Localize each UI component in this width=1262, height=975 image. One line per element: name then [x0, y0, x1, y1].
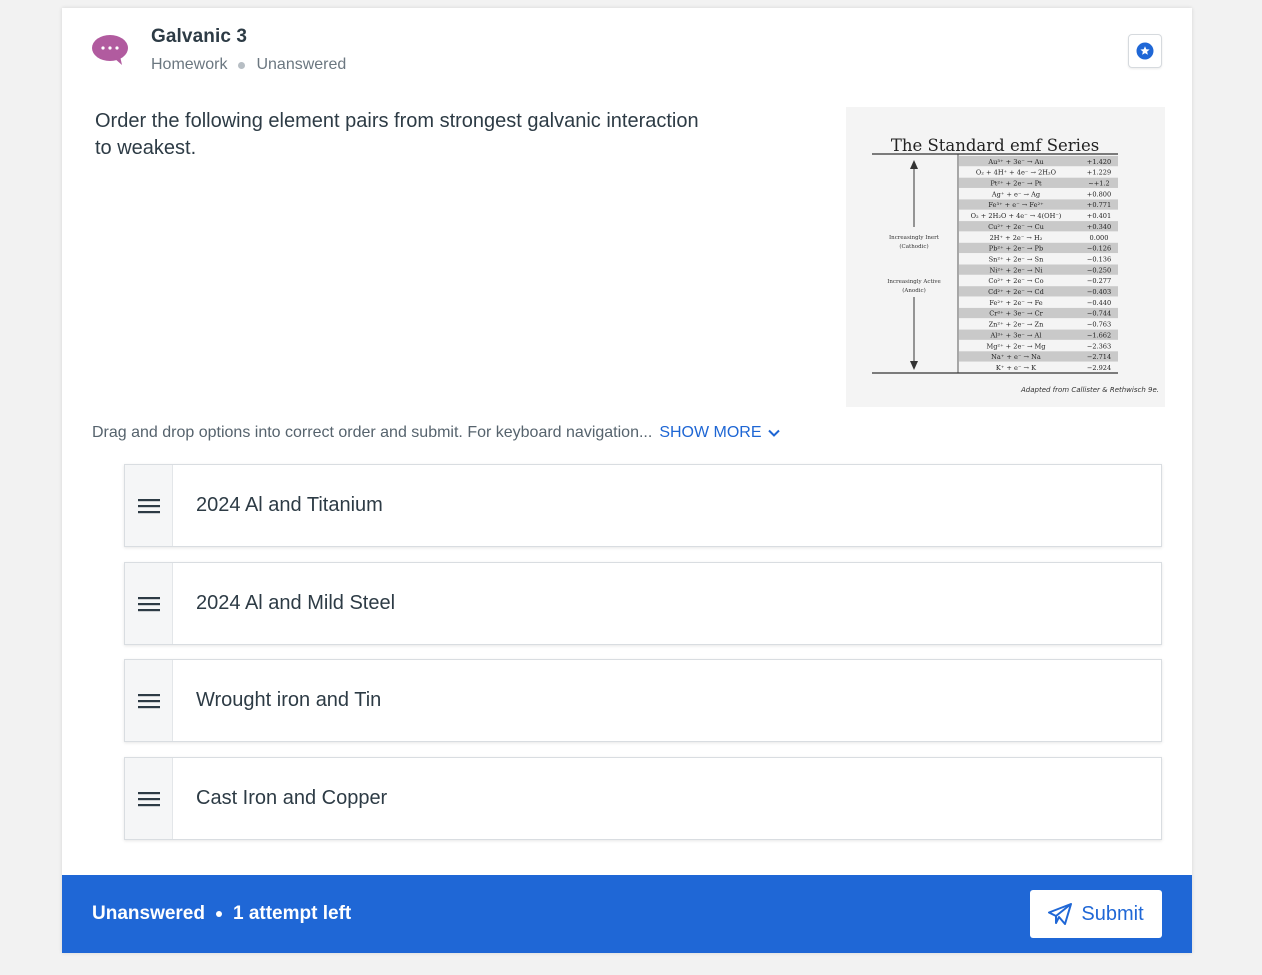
send-icon [1048, 903, 1073, 925]
show-more-link[interactable]: SHOW MORE [659, 424, 780, 442]
emf-reaction: Sn²⁺ + 2e⁻ → Sn [989, 255, 1044, 263]
meta-separator [238, 61, 246, 69]
emf-reaction: Ag⁺ + e⁻ → Ag [991, 190, 1041, 198]
question-category: Homework [151, 56, 228, 73]
emf-reaction: O₂ + 4H⁺ + 4e⁻ → 2H₂O [976, 169, 1057, 177]
instructions-text: Drag and drop options into correct order… [92, 424, 653, 441]
emf-reaction: Cd²⁺ + 2e⁻ → Cd [988, 288, 1044, 296]
emf-reaction: Fe²⁺ + 2e⁻ → Fe [989, 299, 1042, 307]
emf-potential: −0.126 [1087, 245, 1111, 253]
emf-reaction: Cr³⁺ + 3e⁻ → Cr [989, 310, 1043, 318]
emf-reaction: Mg²⁺ + 2e⁻ → Mg [986, 342, 1046, 350]
emf-potential: −0.136 [1087, 255, 1111, 263]
drag-option[interactable]: 2024 Al and Titanium [124, 464, 1162, 547]
emf-potential: −0.763 [1087, 321, 1111, 329]
emf-potential: −0.250 [1087, 266, 1111, 274]
emf-reaction: Pt²⁺ + 2e⁻ → Pt [990, 180, 1042, 188]
option-label: 2024 Al and Mild Steel [196, 592, 396, 614]
emf-potential: +0.800 [1087, 190, 1111, 198]
instructions: Drag and drop options into correct order… [92, 424, 780, 442]
attempts-left: 1 attempt left [232, 903, 352, 924]
emf-potential: +0.340 [1087, 223, 1111, 231]
footer-bar: Unanswered 1 attempt left Submit [62, 875, 1192, 953]
emf-potential: +1.420 [1087, 158, 1111, 166]
drag-option[interactable]: Wrought iron and Tin [124, 659, 1162, 742]
inert-label-1: Increasingly Inert [889, 235, 940, 241]
emf-reaction: Zn²⁺ + 2e⁻ → Zn [989, 321, 1045, 329]
submit-button[interactable]: Submit [1030, 890, 1162, 938]
emf-rows: Au³⁺ + 3e⁻ → Au +1.420 O₂ + 4H⁺ + 4e⁻ → 2H… [959, 156, 1118, 372]
show-more-label: SHOW MORE [659, 424, 762, 441]
submit-label: Submit [1081, 902, 1144, 925]
drag-handle-icon[interactable] [125, 465, 173, 546]
emf-reaction: Cu²⁺ + 2e⁻ → Cu [988, 223, 1044, 231]
emf-potential: −0.744 [1087, 310, 1111, 318]
drag-handle-icon[interactable] [125, 660, 173, 741]
active-label-2: (Anodic) [902, 287, 925, 294]
emf-series-table: The Standard emf Series Au³⁺ + 3e⁻ → Au +… [872, 136, 1159, 394]
emf-reaction: Al³⁺ + 3e⁻ → Al [990, 331, 1042, 339]
question-prompt: Order the following element pairs from s… [95, 110, 699, 159]
emf-series-figure: The Standard emf Series Au³⁺ + 3e⁻ → Au +… [846, 107, 1165, 407]
emf-reaction: 2H⁺ + 2e⁻ → H₂ [990, 234, 1043, 242]
figure-caption: Adapted from Callister & Rethwisch 9e. [1020, 386, 1159, 394]
emf-reaction: Na⁺ + e⁻ → Na [991, 353, 1041, 361]
emf-potential: −2.924 [1087, 364, 1111, 372]
emf-reaction: Au³⁺ + 3e⁻ → Au [987, 158, 1043, 166]
chevron-down-icon [767, 429, 780, 437]
emf-reaction: Pb²⁺ + 2e⁻ → Pb [989, 245, 1043, 253]
question-status: Unanswered [256, 56, 347, 73]
emf-potential: −0.403 [1087, 288, 1111, 296]
emf-reaction: K⁺ + e⁻ → K [996, 364, 1037, 372]
attempt-status: Unanswered 1 attempt left [92, 903, 351, 925]
emf-potential: −0.277 [1087, 277, 1111, 285]
drag-handle-icon[interactable] [125, 563, 173, 644]
emf-reaction: O₂ + 2H₂O + 4e⁻ → 4(OH⁻) [971, 212, 1062, 220]
emf-potential: +1.229 [1087, 169, 1111, 177]
emf-potential: −2.714 [1087, 353, 1111, 361]
emf-potential: −1.662 [1087, 331, 1111, 339]
footer-status: Unanswered [92, 903, 205, 924]
emf-potential: 0.000 [1090, 234, 1109, 242]
bookmark-button[interactable] [1128, 34, 1162, 68]
drag-option[interactable]: Cast Iron and Copper [124, 757, 1162, 840]
option-label: Wrought iron and Tin [196, 689, 382, 711]
emf-potential: −0.440 [1087, 299, 1111, 307]
question-meta: Homework Unanswered [151, 56, 346, 74]
option-label: Cast Iron and Copper [196, 787, 388, 809]
question-card: Galvanic 3 Homework Unanswered Order the… [62, 8, 1192, 953]
drag-option[interactable]: 2024 Al and Mild Steel [124, 562, 1162, 645]
figure-title: The Standard emf Series [891, 136, 1099, 155]
emf-potential: +0.771 [1087, 201, 1111, 209]
option-label: 2024 Al and Titanium [196, 494, 383, 516]
discussion-icon [92, 34, 128, 66]
emf-reaction: Ni²⁺ + 2e⁻ → Ni [990, 266, 1043, 274]
star-badge-icon [1136, 42, 1154, 60]
emf-potential: ~+1.2 [1088, 180, 1110, 188]
emf-reaction: Fe³⁺ + e⁻ → Fe²⁺ [988, 201, 1044, 209]
inert-label-2: (Cathodic) [899, 243, 928, 250]
emf-reaction: Co²⁺ + 2e⁻ → Co [988, 277, 1043, 285]
emf-potential: −2.363 [1087, 342, 1111, 350]
drag-handle-icon[interactable] [125, 758, 173, 839]
status-separator [215, 911, 222, 917]
question-title: Galvanic 3 [151, 26, 248, 47]
emf-potential: +0.401 [1087, 212, 1111, 220]
active-label-1: Increasingly Active [887, 279, 941, 285]
